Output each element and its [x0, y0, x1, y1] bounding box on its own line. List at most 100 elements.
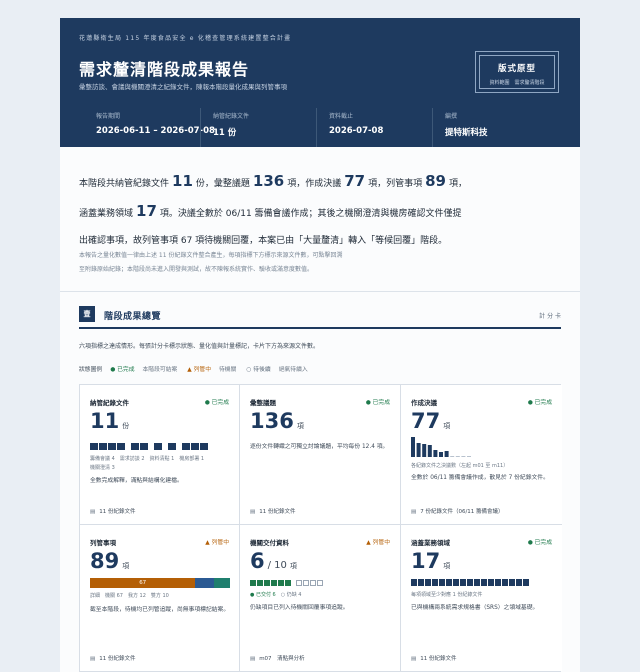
tracked-stacked-bar: 67 [90, 578, 230, 588]
card-description: 仍缺項目已列入待機關回覆事項追蹤。 [250, 605, 349, 611]
card-value: 89 項 [90, 549, 129, 573]
report-header: 花蓮縣衛生局 115 年度食品安全 e 化稽查管理系統建置整合計畫 需求釐清階段… [60, 18, 580, 147]
domain-blocks [411, 579, 530, 586]
doc-block [154, 443, 162, 450]
card-source-text: 7 份紀錄文件（06/11 籌備會議） [420, 509, 504, 515]
domain-block [523, 579, 529, 586]
meta-label: 報告期間 [96, 113, 121, 120]
card-source-text: 11 份紀錄文件 [99, 509, 136, 515]
stack-segment-both [214, 578, 230, 588]
section-title: 階段成果總覽 [104, 312, 162, 322]
card-source-text: 清點與分析 [277, 656, 305, 662]
scorecard-domains[interactable]: 涵蓋業務領域 ● 已完成 17 項 每項領域至少對應 1 份紀錄文件 已與機構兩系… [401, 525, 562, 671]
card-unit: 項 [443, 562, 451, 570]
domain-block [474, 579, 480, 586]
domain-block [432, 579, 438, 586]
card-unit: 份 [122, 422, 130, 430]
meta-label: 編撰 [445, 113, 458, 120]
status-badge: ● 已完成 [365, 400, 390, 406]
page-title: 需求釐清階段成果報告 [79, 60, 250, 79]
summary-paragraph: 本階段共納管紀錄文件 11 份，彙整議題 136 項，作成決議 77 項，列管事項 89 項， … [79, 168, 564, 255]
summary-decisions-count: 77 [344, 172, 366, 190]
meta-period: 報告期間 2026-06-11 – 2026-07-08 [84, 108, 215, 147]
bar-m07 [444, 451, 449, 457]
card-source: ▤ m07 清點與分析 [250, 654, 305, 662]
document-icon: ▤ [90, 509, 96, 515]
meta-author: 編撰 提特斯科技 [432, 108, 548, 147]
section-header: 壹 階段成果總覽 計 分 卡 [79, 306, 561, 326]
decisions-per-document-chart [411, 437, 471, 457]
delivered-square [264, 580, 270, 586]
status-badge: ● 已完成 [527, 400, 552, 406]
scorecard-tracked[interactable]: 列管事項 ▲ 列管中 89 項 67 詳細 機關 67 我方 12 雙方 10 截… [80, 525, 240, 671]
delivered-square [278, 580, 284, 586]
scorecard-deliverables[interactable]: 機關交付資料 ▲ 列管中 6/ 10 項 ● 已交付 6 ○ 仍缺 4 仍缺項目已… [240, 525, 401, 671]
doc-block [200, 443, 208, 450]
summary-text: 涵蓋業務領域 [79, 209, 134, 219]
org-line: 花蓮縣衛生局 115 年度食品安全 e 化稽查管理系統建置整合計畫 [79, 35, 292, 42]
card-unit: 項 [289, 562, 297, 570]
doc-block [117, 443, 125, 450]
delivered-label: ● 已交付 6 [250, 592, 276, 598]
prototype-badge: 版式原型 資料範圍 需求釐清階段 [475, 51, 559, 93]
bar-m04 [427, 445, 432, 457]
meta-value: 11 份 [213, 128, 237, 138]
status-badge: ● 已完成 [204, 400, 229, 406]
card-value-number: 77 [411, 409, 441, 433]
card-breakdown: 籌備會議 4 需求訪談 2 資料清點 1 機房部署 1 [90, 456, 205, 462]
doc-block [182, 443, 190, 450]
card-value: 6/ 10 項 [250, 549, 297, 573]
summary-text: 項， [449, 179, 468, 189]
chart-caption: 各紀錄文件之決議數（左起 m01 至 m11） [411, 463, 509, 469]
card-source-text: 11 份紀錄文件 [420, 656, 457, 662]
card-title: 涵蓋業務領域 [411, 539, 450, 547]
card-value-number: 136 [250, 409, 294, 433]
stack-segment-agency: 67 [90, 578, 196, 588]
card-description: 全數完成解釋，滿點與結構化建檔。 [90, 478, 183, 484]
missing-square [317, 580, 323, 586]
document-icon: ▤ [411, 509, 417, 515]
scorecard-documents[interactable]: 納管紀錄文件 ● 已完成 11 份 籌備會議 4 需求訪談 2 資料清點 1 機房… [80, 385, 240, 525]
card-value: 17 項 [411, 549, 450, 573]
domain-block [509, 579, 515, 586]
card-source-text: 11 份紀錄文件 [99, 656, 136, 662]
card-source: ▤ 11 份紀錄文件 [90, 654, 135, 662]
summary-domains-count: 17 [136, 202, 157, 220]
bar-m05 [433, 450, 438, 457]
domain-block [425, 579, 431, 586]
domain-block [488, 579, 494, 586]
bar-m01 [411, 437, 415, 457]
bar-m06 [439, 452, 443, 457]
scorecard-decisions[interactable]: 作成決議 ● 已完成 77 項 各紀錄文件之決議數（左起 m01 至 m11） 全… [401, 385, 562, 525]
divider [60, 291, 580, 292]
scorecard-issues[interactable]: 彙整議題 ● 已完成 136 項 逐份文件轉織之可獨立討論議題，平均每份 12.4… [240, 385, 401, 525]
domain-block [467, 579, 473, 586]
card-description: 截至本階段，待機均已列管追蹤，尚無事項標記結案。 [90, 607, 230, 613]
scorecard-grid: 納管紀錄文件 ● 已完成 11 份 籌備會議 4 需求訪談 2 資料清點 1 機房… [79, 384, 562, 672]
card-source-text: m07 [259, 656, 272, 662]
domain-block [495, 579, 501, 586]
card-description: 已與機構兩系統需求規格書（SRS）之領域基礎。 [411, 605, 539, 611]
summary-text: 份，彙整議題 [195, 179, 250, 189]
missing-label: ○ 仍缺 4 [280, 592, 302, 598]
summary-text: 項，作成決議 [287, 179, 342, 189]
status-legend: 狀態圖例 ● 已完成 本階段可結案 ▲ 列管中 待機關 ○ 待後續 絕氣待續入 [79, 363, 318, 373]
domain-block [460, 579, 466, 586]
meta-value: 2026-06-11 – 2026-07-08 [96, 126, 215, 136]
card-value-number: 17 [411, 549, 441, 573]
legend-label: 狀態圖例 [79, 366, 103, 373]
meta-value: 2026-07-08 [329, 126, 384, 136]
summary-text: 本階段共納管紀錄文件 [79, 179, 170, 189]
card-source-text: 11 份紀錄文件 [259, 509, 296, 515]
page-subtitle: 彙整訪談、會議與機關澄清之紀錄文件，陳報本階段量化成果與列管事項 [79, 83, 287, 91]
card-value: 11 份 [90, 409, 129, 433]
card-value: 136 項 [250, 409, 304, 433]
legend-open-note: 待機關 [219, 366, 237, 373]
card-description: 逐份文件轉織之可獨立討論議題，平均每份 12.4 項。 [250, 444, 389, 450]
stack-segment-ours [195, 578, 215, 588]
card-denominator: / 10 [267, 560, 287, 571]
card-value-number: 6 [250, 549, 265, 573]
doc-block [168, 443, 176, 450]
section-number: 壹 [79, 306, 95, 322]
domain-block [453, 579, 459, 586]
